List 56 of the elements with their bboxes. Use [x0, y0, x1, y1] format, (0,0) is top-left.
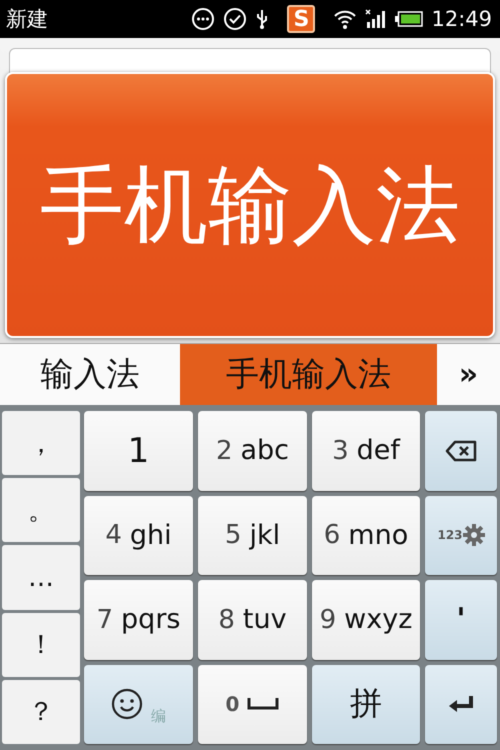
- key[interactable]: 1: [84, 411, 193, 490]
- more-candidates-button[interactable]: »: [437, 344, 500, 405]
- check-icon: [223, 7, 248, 31]
- key-digit: 8: [218, 604, 235, 635]
- key-digit: 9: [320, 604, 336, 635]
- key-letters: wxyz: [344, 604, 412, 636]
- key-label: 123: [437, 528, 463, 542]
- key-letters: tuv: [242, 604, 287, 636]
- key-label: 编: [151, 707, 166, 726]
- key[interactable]: 8 tuv: [198, 580, 307, 660]
- signal-icon: [365, 8, 388, 30]
- symbols-key[interactable]: 123: [425, 496, 497, 575]
- key-letters: mno: [348, 520, 408, 551]
- enter-key[interactable]: [425, 664, 497, 744]
- punctuation-key[interactable]: ？: [2, 680, 80, 744]
- key-letters: ghi: [130, 520, 172, 551]
- key[interactable]: ': [425, 580, 497, 660]
- battery-icon: [395, 11, 424, 27]
- backspace-icon: [445, 440, 477, 462]
- key[interactable]: 4 ghi: [84, 496, 193, 575]
- space-icon: [247, 698, 280, 710]
- key-digit: 6: [324, 520, 340, 550]
- app-badge: S: [287, 5, 316, 33]
- key[interactable]: 6 mno: [312, 496, 420, 575]
- key-digit: 3: [332, 436, 349, 466]
- key-digit: 4: [105, 520, 122, 550]
- key-digit: 0: [226, 692, 240, 716]
- status-title: 新建: [6, 6, 48, 33]
- wifi-icon: [333, 8, 358, 30]
- backspace-key[interactable]: [425, 411, 497, 490]
- punctuation-key[interactable]: ！: [2, 612, 80, 677]
- smiley-icon: [111, 688, 143, 720]
- key-digit: 2: [216, 436, 232, 466]
- punctuation-key[interactable]: …: [2, 545, 80, 610]
- preview-text: 手机输入法: [40, 156, 460, 254]
- key-letters: def: [356, 435, 400, 466]
- candidate[interactable]: 手机输入法: [180, 344, 437, 405]
- candidate[interactable]: 输入法: [0, 344, 180, 405]
- punctuation-key[interactable]: ，: [2, 411, 80, 476]
- key-letters: jkl: [249, 520, 280, 551]
- space-key[interactable]: 0: [198, 664, 307, 744]
- punctuation-key[interactable]: 。: [2, 478, 80, 542]
- pinyin-key[interactable]: 拼: [312, 664, 420, 744]
- key[interactable]: 7 pqrs: [84, 580, 193, 660]
- enter-icon: [447, 694, 475, 714]
- usb-icon: [255, 8, 270, 30]
- key-digit: 7: [96, 604, 114, 635]
- key[interactable]: 2 abc: [198, 411, 307, 490]
- key-digit: 5: [224, 520, 242, 550]
- key[interactable]: 5 jkl: [198, 496, 307, 575]
- key[interactable]: 9 wxyz: [312, 580, 420, 660]
- key-letters: abc: [240, 435, 290, 466]
- key-letters: pqrs: [121, 604, 180, 636]
- clock: 12:49: [431, 7, 492, 31]
- more-icon: [191, 7, 216, 31]
- key[interactable]: 3 def: [312, 411, 420, 490]
